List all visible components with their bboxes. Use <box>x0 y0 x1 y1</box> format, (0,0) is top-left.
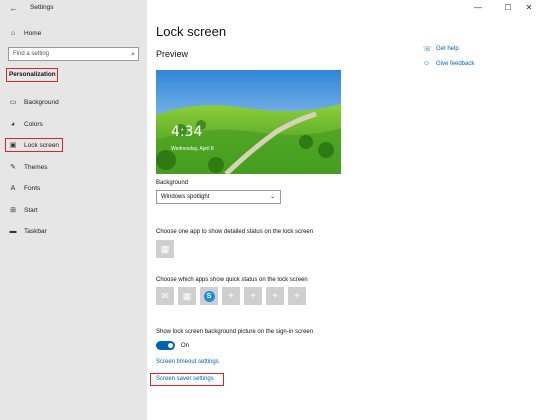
signin-background-toggle[interactable] <box>156 341 175 350</box>
plus-icon: + <box>228 290 234 302</box>
settings-window: ← Settings ⌂ Home Find a setting ⌕ Perso… <box>0 0 540 420</box>
preview-landscape-image <box>156 70 341 174</box>
plus-icon: + <box>250 290 256 302</box>
maximize-button[interactable]: ☐ <box>501 2 515 14</box>
screen-timeout-link[interactable]: Screen timeout settings <box>156 359 219 365</box>
search-placeholder: Find a setting <box>13 51 50 57</box>
preview-date: Wednesday, April 8 <box>171 146 214 152</box>
feedback-icon: ☺ <box>423 60 431 67</box>
calendar-icon: ▦ <box>182 290 192 301</box>
mail-icon: ✉ <box>161 290 169 301</box>
window-title: Settings <box>30 4 54 11</box>
sidebar-item-taskbar[interactable]: ▬ Taskbar <box>8 225 47 237</box>
taskbar-icon: ▬ <box>9 227 17 235</box>
background-value: Windows spotlight <box>161 194 210 200</box>
quick-status-tile-add[interactable]: + <box>244 287 262 305</box>
background-label: Background <box>156 180 189 186</box>
calendar-icon: ▦ <box>160 243 170 254</box>
toggle-state: On <box>181 343 190 349</box>
sidebar-item-background[interactable]: ▭ Background <box>8 96 59 108</box>
sidebar: ← Settings ⌂ Home Find a setting ⌕ Perso… <box>0 0 147 420</box>
sidebar-item-label: Taskbar <box>24 227 47 235</box>
give-feedback-link[interactable]: Give feedback <box>436 61 474 67</box>
get-help-link[interactable]: Get help <box>436 46 459 52</box>
sidebar-item-colors[interactable]: ◕ Colors <box>8 118 43 130</box>
sidebar-item-label: Home <box>24 29 42 37</box>
brush-icon: ✎ <box>10 164 16 171</box>
sidebar-item-label: Fonts <box>24 184 41 192</box>
quick-status-tile-mail[interactable]: ✉ <box>156 287 174 305</box>
sidebar-item-home[interactable]: ⌂ Home <box>8 27 41 39</box>
palette-icon: ◕ <box>10 120 16 128</box>
preview-time: 4:34 <box>171 124 203 140</box>
toggle-knob <box>168 343 173 348</box>
section-heading: Personalization <box>6 68 58 82</box>
sidebar-item-lock-screen[interactable]: ▣ Lock screen <box>8 139 59 151</box>
chevron-down-icon: ⌄ <box>269 194 275 200</box>
lock-screen-icon: ▣ <box>9 142 17 149</box>
quick-status-tile-skype[interactable]: S <box>200 287 218 305</box>
help-icon: ☏ <box>423 46 432 53</box>
sidebar-item-themes[interactable]: ✎ Themes <box>8 161 47 173</box>
quick-status-tile-add[interactable]: + <box>222 287 240 305</box>
back-arrow-icon[interactable]: ← <box>9 3 19 13</box>
main-panel: — ☐ ✕ Lock screen Preview 4:34 Wednesday… <box>147 0 540 420</box>
plus-icon: + <box>294 290 300 302</box>
skype-icon: S <box>203 290 215 302</box>
sidebar-item-fonts[interactable]: A Fonts <box>8 182 41 194</box>
screen-saver-link[interactable]: Screen saver settings <box>156 376 214 382</box>
signin-background-label: Show lock screen background picture on t… <box>156 329 314 335</box>
detailed-status-tile[interactable]: ▦ <box>156 240 174 258</box>
quick-status-label: Choose which apps show quick status on t… <box>156 277 308 283</box>
sidebar-item-label: Colors <box>24 120 43 128</box>
quick-status-tile-add[interactable]: + <box>266 287 284 305</box>
page-title: Lock screen <box>156 24 227 39</box>
search-icon: ⌕ <box>131 51 135 58</box>
sidebar-item-label: Background <box>24 98 59 106</box>
lock-screen-preview: 4:34 Wednesday, April 8 <box>156 70 341 174</box>
sidebar-item-label: Themes <box>24 163 48 171</box>
background-dropdown[interactable]: Windows spotlight ⌄ <box>156 190 281 204</box>
quick-status-tile-calendar[interactable]: ▦ <box>178 287 196 305</box>
home-icon: ⌂ <box>10 29 16 37</box>
picture-icon: ▭ <box>9 99 17 106</box>
preview-heading: Preview <box>156 49 189 59</box>
quick-status-tile-add[interactable]: + <box>288 287 306 305</box>
sidebar-item-start[interactable]: ⊞ Start <box>8 204 38 216</box>
sidebar-item-label: Lock screen <box>24 141 60 149</box>
start-icon: ⊞ <box>10 207 16 214</box>
sidebar-item-label: Start <box>24 206 38 214</box>
plus-icon: + <box>272 290 278 302</box>
close-button[interactable]: ✕ <box>522 2 536 14</box>
minimize-button[interactable]: — <box>471 2 485 14</box>
font-icon: A <box>10 184 16 192</box>
search-input[interactable]: Find a setting ⌕ <box>8 47 139 61</box>
detailed-status-label: Choose one app to show detailed status o… <box>156 229 314 235</box>
